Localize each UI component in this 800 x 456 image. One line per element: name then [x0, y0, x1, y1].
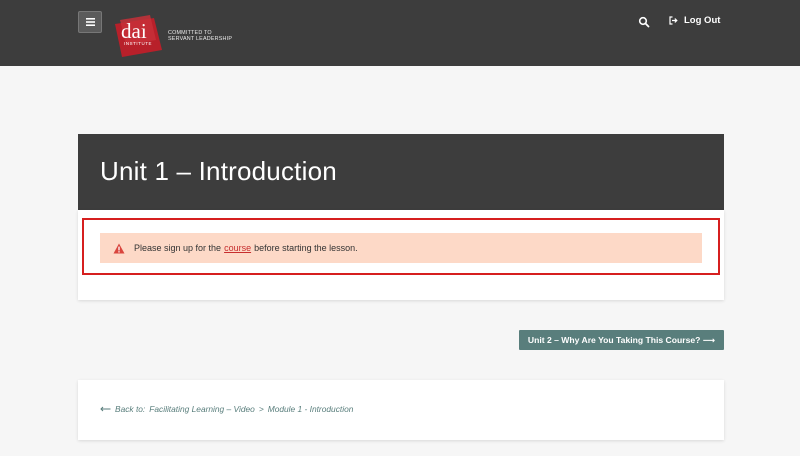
- signup-notice: Please sign up for the course before sta…: [100, 233, 702, 263]
- logo-text: dai: [121, 19, 147, 43]
- back-module-link[interactable]: Module 1 - Introduction: [268, 404, 354, 414]
- hamburger-menu-icon: [85, 18, 95, 26]
- logout-icon: [669, 16, 678, 25]
- next-lesson-button[interactable]: Unit 2 – Why Are You Taking This Course?…: [519, 330, 724, 350]
- search-icon[interactable]: [638, 16, 650, 28]
- site-header: dai INSTITUTE COMMITTED TO SERVANT LEADE…: [0, 0, 800, 66]
- back-breadcrumb: Back to: Facilitating Learning – Video >…: [100, 404, 353, 414]
- notice-text-suffix: before starting the lesson.: [254, 243, 358, 253]
- breadcrumb-separator: >: [258, 404, 264, 414]
- page-title: Unit 1 – Introduction: [100, 156, 337, 186]
- logo-tagline: COMMITTED TO SERVANT LEADERSHIP: [168, 30, 232, 42]
- lesson-header: Unit 1 – Introduction: [78, 134, 724, 210]
- logo-subtext: INSTITUTE: [124, 41, 152, 46]
- warning-triangle-icon: [113, 243, 125, 253]
- back-prefix: Back to:: [115, 404, 146, 414]
- menu-button[interactable]: [78, 11, 102, 33]
- arrow-left-icon: [100, 406, 111, 412]
- back-course-link[interactable]: Facilitating Learning – Video: [149, 404, 255, 414]
- back-navigation-card: Back to: Facilitating Learning – Video >…: [78, 380, 724, 440]
- logout-label: Log Out: [684, 15, 721, 26]
- course-link[interactable]: course: [224, 243, 251, 253]
- logout-link[interactable]: Log Out: [669, 15, 720, 26]
- tagline-line-2: SERVANT LEADERSHIP: [168, 36, 233, 42]
- notice-text-prefix: Please sign up for the: [134, 243, 222, 253]
